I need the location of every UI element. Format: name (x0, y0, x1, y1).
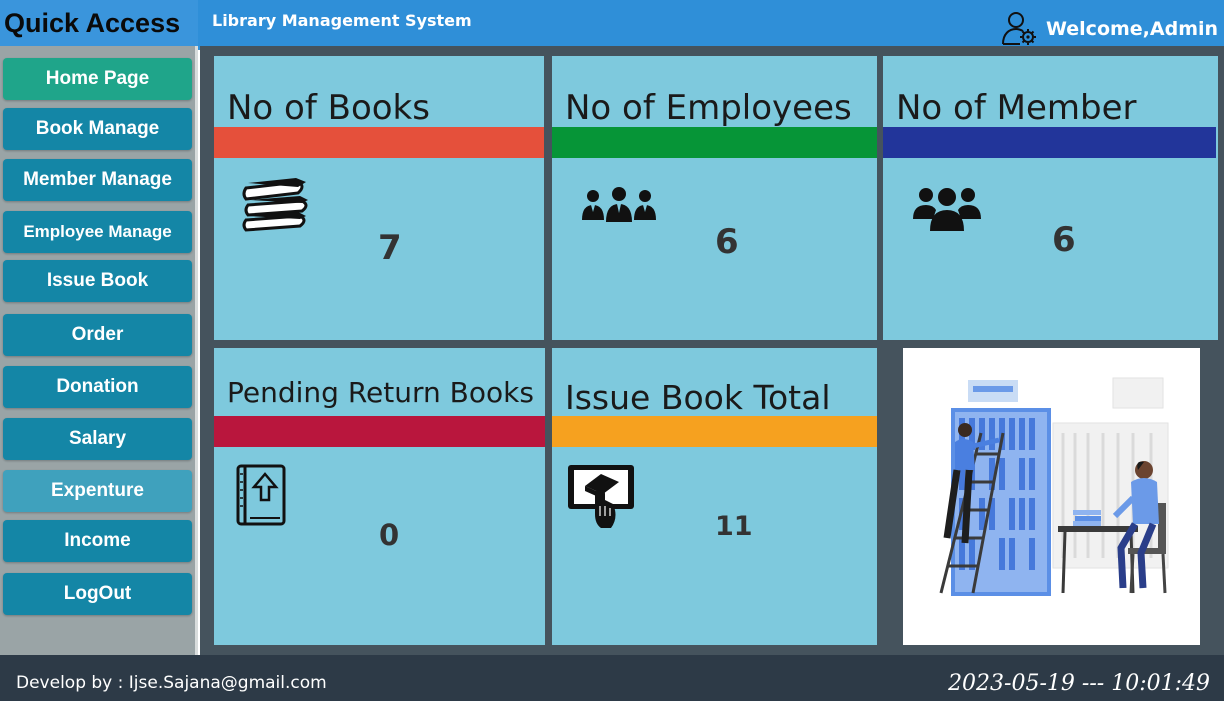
employees-card-title: No of Employees (565, 88, 852, 128)
sidebar-item-donation[interactable]: Donation (3, 366, 192, 408)
app-title: Library Management System (212, 11, 472, 30)
books-card-bar (214, 127, 544, 158)
pending-return-card-bar (214, 416, 545, 447)
sidebar-item-income[interactable]: Income (3, 520, 192, 562)
sidebar-item-expenture[interactable]: Expenture (3, 470, 192, 512)
employees-count: 6 (715, 222, 739, 262)
sidebar-item-salary[interactable]: Salary (3, 418, 192, 460)
sidebar-item-logout[interactable]: LogOut (3, 573, 192, 615)
footer: Develop by : Ijse.Sajana@gmail.com 2023-… (0, 655, 1224, 701)
book-upload-icon (236, 464, 286, 526)
sidebar-item-member-manage[interactable]: Member Manage (3, 159, 192, 201)
tablet-book-icon (568, 465, 634, 528)
pending-return-card[interactable]: Pending Return Books 0 (214, 348, 545, 645)
developer-credit: Develop by : Ijse.Sajana@gmail.com (16, 673, 327, 693)
employees-group-icon (582, 187, 656, 222)
members-card-title: No of Member (896, 88, 1137, 128)
books-stack-icon (242, 178, 308, 232)
library-illustration (903, 348, 1200, 645)
issue-total-count: 11 (715, 511, 753, 542)
issue-total-card-bar (552, 416, 877, 447)
books-card[interactable]: No of Books 7 (214, 56, 544, 340)
pending-return-count: 0 (379, 518, 400, 552)
books-card-title: No of Books (227, 88, 430, 128)
welcome-text: Welcome,Admin (1046, 18, 1219, 40)
quick-access-title: Quick Access (0, 0, 198, 46)
members-group-icon (913, 188, 981, 231)
employees-card-bar (552, 127, 877, 158)
top-bar: Quick Access Library Management System W… (0, 0, 1224, 50)
sidebar-item-home-page[interactable]: Home Page (3, 58, 192, 100)
employees-card[interactable]: No of Employees 6 (552, 56, 877, 340)
members-count: 6 (1052, 220, 1076, 260)
sidebar-item-book-manage[interactable]: Book Manage (3, 108, 192, 150)
pending-return-card-title: Pending Return Books (227, 376, 534, 409)
date-time-display: 2023-05-19 --- 10:01:49 (948, 671, 1210, 696)
members-card-bar (883, 127, 1216, 158)
sidebar-item-employee-manage[interactable]: Employee Manage (3, 211, 192, 253)
user-settings-icon[interactable] (1000, 10, 1040, 46)
issue-total-card[interactable]: Issue Book Total 11 (552, 348, 877, 645)
sidebar-item-issue-book[interactable]: Issue Book (3, 260, 192, 302)
members-card[interactable]: No of Member 6 (883, 56, 1218, 340)
dashboard-panel: No of Books 7 No of Employees 6 No of Me… (200, 46, 1224, 655)
sidebar-item-order[interactable]: Order (3, 314, 192, 356)
issue-total-card-title: Issue Book Total (565, 378, 831, 417)
books-count: 7 (378, 228, 402, 268)
sidebar: Home Page Book Manage Member Manage Empl… (0, 46, 198, 655)
